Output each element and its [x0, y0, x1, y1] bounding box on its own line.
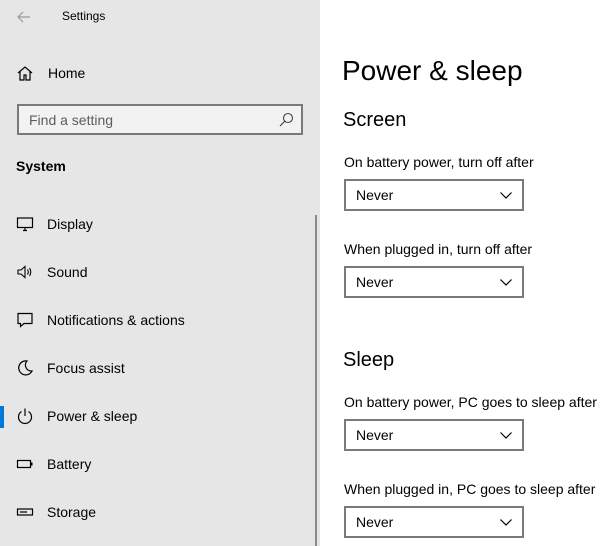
selection-indicator [0, 406, 4, 428]
sidebar-item-display[interactable]: Display [0, 205, 315, 245]
sidebar-item-label: Display [47, 216, 93, 232]
sidebar-item-battery[interactable]: Battery [0, 445, 315, 485]
chevron-down-icon [500, 279, 512, 286]
main-content: Power & sleep Screen On battery power, t… [320, 0, 606, 546]
sidebar-item-label: Notifications & actions [47, 312, 185, 328]
sidebar-item-focus-assist[interactable]: Focus assist [0, 349, 315, 389]
home-nav-item[interactable]: Home [0, 58, 320, 88]
sidebar-item-notifications[interactable]: Notifications & actions [0, 301, 315, 341]
monitor-icon [16, 217, 34, 232]
back-button[interactable] [12, 5, 36, 29]
search-input[interactable]: Find a setting [17, 104, 303, 135]
sidebar-item-label: Sound [47, 264, 88, 280]
sidebar-item-power-sleep[interactable]: Power & sleep [0, 397, 315, 437]
screen-heading: Screen [343, 109, 407, 131]
storage-icon [16, 508, 34, 516]
chevron-down-icon [500, 432, 512, 439]
search-icon [279, 112, 294, 127]
section-title: System [16, 158, 66, 174]
sleep-plugged-dropdown[interactable]: Never [344, 506, 524, 538]
chevron-down-icon [500, 192, 512, 199]
dropdown-value: Never [356, 427, 394, 443]
sidebar: Settings Home Find a setting System Disp… [0, 0, 320, 546]
page-title: Power & sleep [342, 55, 523, 86]
app-title: Settings [62, 9, 106, 23]
sidebar-item-label: Power & sleep [47, 408, 138, 424]
screen-plugged-dropdown[interactable]: Never [344, 266, 524, 298]
sidebar-scrollbar[interactable] [315, 215, 317, 546]
sidebar-item-label: Focus assist [47, 360, 125, 376]
screen-plugged-label: When plugged in, turn off after [344, 241, 533, 257]
dropdown-value: Never [356, 187, 394, 203]
message-icon [17, 312, 33, 328]
sleep-plugged-label: When plugged in, PC goes to sleep after [344, 481, 596, 497]
moon-icon [18, 360, 34, 376]
dropdown-value: Never [356, 514, 394, 530]
screen-battery-label: On battery power, turn off after [344, 154, 534, 170]
sleep-battery-label: On battery power, PC goes to sleep after [344, 394, 597, 410]
sidebar-item-label: Storage [47, 504, 97, 520]
power-icon [17, 408, 33, 425]
speaker-icon [17, 265, 32, 279]
search-placeholder: Find a setting [29, 112, 114, 128]
sleep-battery-dropdown[interactable]: Never [344, 419, 524, 451]
sidebar-item-sound[interactable]: Sound [0, 253, 315, 293]
sidebar-item-storage[interactable]: Storage [0, 493, 315, 533]
home-label: Home [48, 65, 86, 81]
title-bar: Settings [0, 0, 320, 34]
screen-battery-dropdown[interactable]: Never [344, 179, 524, 211]
back-arrow-icon [17, 11, 30, 23]
sidebar-item-label: Battery [47, 456, 92, 472]
chevron-down-icon [500, 519, 512, 526]
sleep-heading: Sleep [343, 349, 395, 371]
dropdown-value: Never [356, 274, 394, 290]
battery-icon [16, 459, 33, 469]
home-icon [17, 66, 33, 81]
